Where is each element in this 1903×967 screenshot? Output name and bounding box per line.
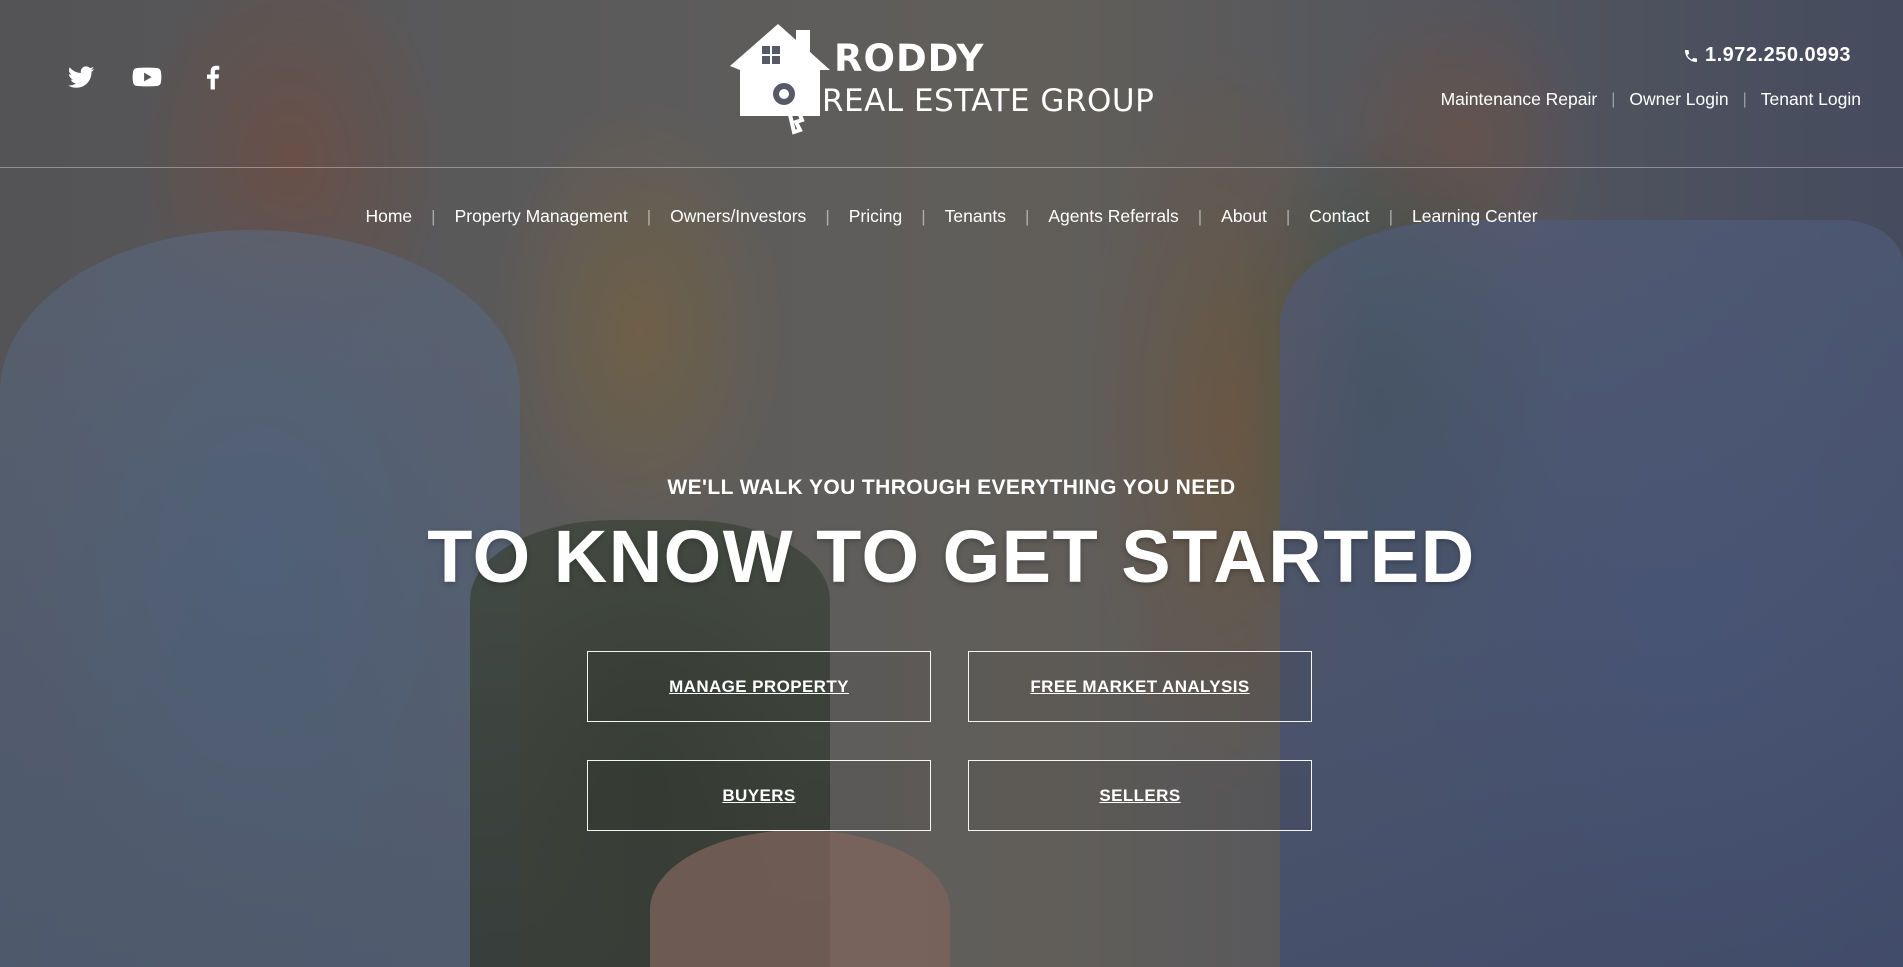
hero-eyebrow: WE'LL WALK YOU THROUGH EVERYTHING YOU NE…	[667, 476, 1236, 499]
nav-item-agents-referrals[interactable]: Agents Referrals	[1048, 206, 1178, 227]
divider: |	[1742, 90, 1747, 108]
twitter-link[interactable]	[66, 62, 96, 92]
manage-property-button[interactable]: MANAGE PROPERTY	[587, 651, 931, 722]
nav-divider: |	[1388, 206, 1394, 226]
phone-number-text: 1.972.250.0993	[1704, 44, 1851, 66]
buyers-button[interactable]: BUYERS	[587, 760, 931, 831]
utility-links: Maintenance Repair | Owner Login | Tenan…	[1441, 89, 1861, 110]
nav-item-pricing[interactable]: Pricing	[849, 206, 903, 227]
nav-divider: |	[921, 206, 926, 226]
phone-number[interactable]: 1.972.250.0993	[1683, 44, 1851, 67]
nav-item-home[interactable]: Home	[365, 206, 412, 227]
nav-divider: |	[825, 206, 830, 226]
site-logo[interactable]: RODDY REAL ESTATE GROUP	[726, 20, 1166, 138]
landing-page: RODDY REAL ESTATE GROUP 1.972.250.0993 M…	[0, 0, 1903, 967]
tenant-login-link[interactable]: Tenant Login	[1761, 89, 1861, 110]
logo-subtitle-text: REAL ESTATE GROUP	[822, 83, 1155, 119]
nav-item-about[interactable]: About	[1221, 206, 1267, 227]
nav-divider: |	[1024, 206, 1030, 226]
youtube-link[interactable]	[132, 62, 162, 92]
nav-item-contact[interactable]: Contact	[1309, 206, 1369, 227]
nav-item-property-management[interactable]: Property Management	[455, 206, 628, 227]
divider: |	[1611, 90, 1616, 108]
facebook-icon	[207, 65, 220, 90]
nav-item-owners-investors[interactable]: Owners/Investors	[670, 206, 806, 227]
social-links	[66, 62, 228, 92]
twitter-icon	[68, 66, 95, 88]
nav-divider: |	[1197, 206, 1203, 226]
free-market-analysis-button[interactable]: FREE MARKET ANALYSIS	[968, 651, 1312, 722]
sellers-button[interactable]: SELLERS	[968, 760, 1312, 831]
nav-divider: |	[1285, 206, 1291, 226]
phone-icon	[1684, 49, 1697, 62]
logo-brand-text: RODDY	[834, 37, 985, 80]
facebook-link[interactable]	[198, 62, 228, 92]
nav-divider: |	[431, 206, 436, 226]
maintenance-repair-link[interactable]: Maintenance Repair	[1441, 89, 1598, 110]
site-header: RODDY REAL ESTATE GROUP 1.972.250.0993 M…	[0, 0, 1903, 168]
house-key-logo-icon	[730, 24, 830, 135]
owner-login-link[interactable]: Owner Login	[1629, 89, 1728, 110]
nav-divider: |	[646, 206, 652, 226]
nav-item-tenants[interactable]: Tenants	[945, 206, 1006, 227]
main-navigation: Home | Property Management | Owners/Inve…	[0, 206, 1903, 227]
nav-item-learning-center[interactable]: Learning Center	[1412, 206, 1538, 227]
youtube-icon	[132, 67, 162, 87]
hero-headline: TO KNOW TO GET STARTED	[427, 515, 1476, 598]
